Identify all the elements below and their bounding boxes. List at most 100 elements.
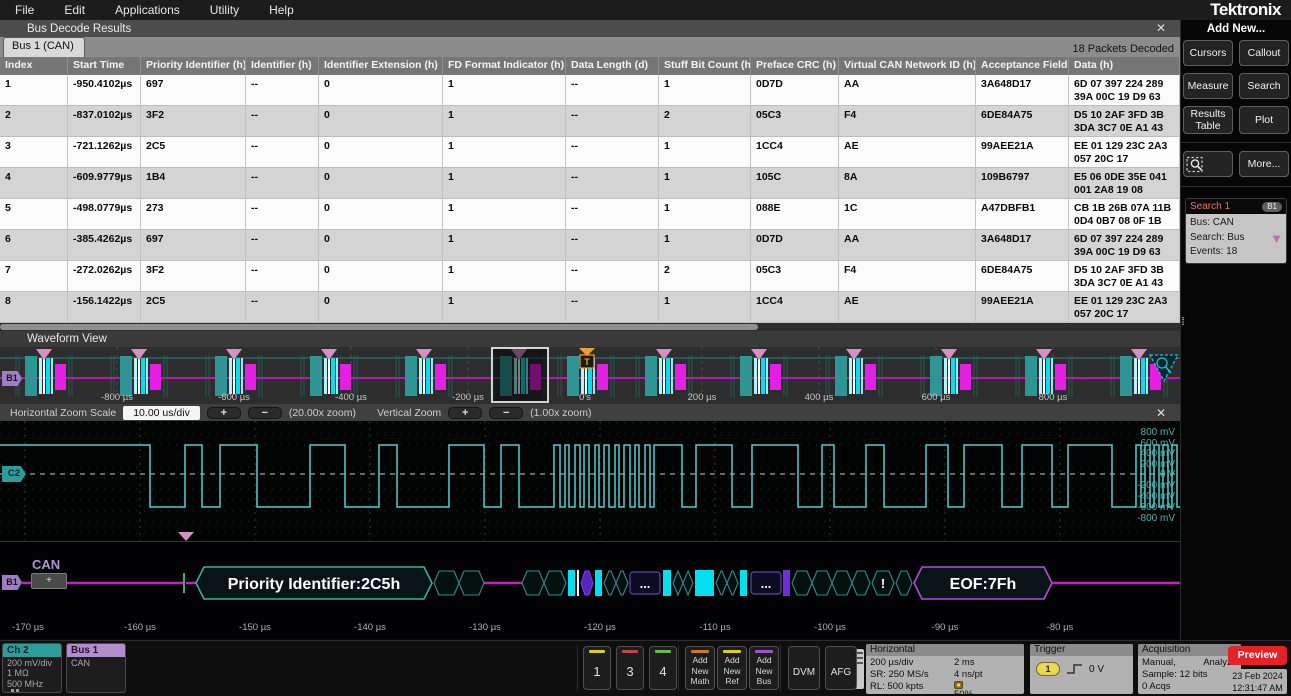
date-label: 23 Feb 2024 bbox=[1228, 670, 1287, 682]
close-icon[interactable]: ✕ bbox=[1156, 21, 1166, 35]
bus1-badge[interactable]: Bus 1 CAN bbox=[66, 643, 126, 693]
svg-text:...: ... bbox=[640, 576, 651, 591]
table-cell: 0 bbox=[319, 261, 443, 292]
position-lock-icon bbox=[954, 681, 963, 689]
dvm-button[interactable]: DVM bbox=[788, 646, 820, 690]
scrollbar-thumb[interactable] bbox=[0, 324, 758, 330]
table-cell: -156.1422µs bbox=[68, 292, 141, 323]
column-header[interactable]: Data Length (d) bbox=[566, 57, 659, 75]
table-cell: 109B6797 bbox=[976, 168, 1069, 199]
cursors-button[interactable]: Cursors bbox=[1183, 40, 1233, 66]
add-new-bus-button[interactable]: AddNewBus bbox=[749, 646, 779, 690]
table-cell: 5 bbox=[0, 199, 68, 230]
v-zoom-in-button[interactable]: + bbox=[448, 407, 482, 419]
search-button[interactable]: Search bbox=[1239, 73, 1289, 99]
overview-time-label: 400 µs bbox=[805, 392, 834, 403]
column-header[interactable]: Stuff Bit Count (h) bbox=[659, 57, 751, 75]
overview-canvas[interactable]: T-800 µs-600 µs-400 µs-200 µs0's200 µs40… bbox=[0, 347, 1180, 404]
analog-waveform-plot[interactable]: 800 mV600 mV400 mV200 mV0 V-200 mV-400 m… bbox=[0, 421, 1180, 541]
results-table-button[interactable]: Results Table bbox=[1183, 106, 1233, 134]
table-cell: -- bbox=[246, 230, 319, 261]
v-zoom-factor-label: (1.00x zoom) bbox=[530, 407, 591, 419]
table-cell: 1 bbox=[659, 75, 751, 106]
bus-time-label: -100 µs bbox=[814, 622, 846, 633]
menu-help[interactable]: Help bbox=[254, 3, 309, 17]
table-cell: -950.4102µs bbox=[68, 75, 141, 106]
table-cell: 3 bbox=[0, 137, 68, 168]
bus1-badge-title: Bus 1 bbox=[67, 644, 125, 657]
table-cell: 1 bbox=[659, 168, 751, 199]
zoom-mode-button[interactable] bbox=[1183, 151, 1233, 177]
column-header[interactable]: Preface CRC (h) bbox=[751, 57, 839, 75]
column-header[interactable]: Priority Identifier (h) bbox=[141, 57, 246, 75]
table-row[interactable]: 3-721.1262µs2C5--01--11CC4AE99AEE21AEE 0… bbox=[0, 137, 1180, 168]
overview-time-label: 600 µs bbox=[922, 392, 951, 403]
menu-utility[interactable]: Utility bbox=[195, 3, 254, 17]
zoom-view-close-icon[interactable]: ✕ bbox=[1156, 406, 1166, 420]
search-result-badge[interactable]: Search 1 B1 Bus: CAN Search: Bus Events:… bbox=[1185, 198, 1287, 264]
table-row[interactable]: 4-609.9779µs1B4--01--1105C8A109B6797E5 0… bbox=[0, 168, 1180, 199]
preview-button[interactable]: Preview bbox=[1228, 646, 1287, 665]
panel-drag-handle-icon[interactable]: ⁞⁞ bbox=[1181, 320, 1187, 325]
table-cell: -- bbox=[566, 292, 659, 323]
v-zoom-out-button[interactable]: − bbox=[489, 407, 523, 419]
table-cell: AA bbox=[839, 230, 976, 261]
table-row[interactable]: 5-498.0779µs273--01--1088E1CA47DBFB1CB 1… bbox=[0, 199, 1180, 230]
h-zoom-scale-input[interactable]: 10.00 us/div bbox=[123, 406, 200, 420]
table-cell: 1 bbox=[443, 230, 566, 261]
menu-edit[interactable]: Edit bbox=[49, 3, 100, 17]
column-header[interactable]: Identifier Extension (h) bbox=[319, 57, 443, 75]
table-cell: 6DE84A75 bbox=[976, 106, 1069, 137]
overview-time-label: -800 µs bbox=[101, 392, 133, 403]
table-row[interactable]: 6-385.4262µs697--01--10D7DAA3A648D176D 0… bbox=[0, 230, 1180, 261]
column-header[interactable]: Virtual CAN Network ID (h) bbox=[839, 57, 976, 75]
add-new-ref-button[interactable]: AddNewRef bbox=[717, 646, 747, 690]
table-row[interactable]: 8-156.1422µs2C5--01--11CC4AE99AEE21AEE 0… bbox=[0, 292, 1180, 323]
packets-decoded-label: 18 Packets Decoded bbox=[1072, 43, 1174, 55]
expand-plus-icon[interactable]: + bbox=[31, 573, 67, 589]
expand-triangle-icon[interactable]: ▼ bbox=[1270, 230, 1283, 249]
menu-applications[interactable]: Applications bbox=[100, 3, 195, 17]
column-header[interactable]: Identifier (h) bbox=[246, 57, 319, 75]
more-button[interactable]: More... bbox=[1239, 151, 1289, 177]
plot-button[interactable]: Plot bbox=[1239, 106, 1289, 134]
tab-bus1-can[interactable]: Bus 1 (CAN) bbox=[3, 37, 85, 57]
table-cell: -- bbox=[566, 75, 659, 106]
column-header[interactable]: Index bbox=[0, 57, 68, 75]
column-header[interactable]: Data (h) bbox=[1069, 57, 1180, 75]
overview-time-label: -200 µs bbox=[452, 392, 484, 403]
measure-button[interactable]: Measure bbox=[1183, 73, 1233, 99]
afg-button[interactable]: AFG bbox=[825, 646, 857, 690]
table-row[interactable]: 2-837.0102µs3F2--01--205C3F46DE84A75D5 1… bbox=[0, 106, 1180, 137]
table-cell: AE bbox=[839, 137, 976, 168]
add-new-math-button[interactable]: AddNewMath bbox=[685, 646, 715, 690]
acquisition-settings-panel[interactable]: Acquisition Manual, Analyze Sample: 12 b… bbox=[1138, 644, 1241, 694]
column-header[interactable]: FD Format Indicator (h) bbox=[443, 57, 566, 75]
trigger-settings-panel[interactable]: Trigger 1 0 V bbox=[1030, 644, 1133, 694]
table-cell: -609.9779µs bbox=[68, 168, 141, 199]
menu-items: FileEditApplicationsUtilityHelp bbox=[0, 3, 309, 17]
table-cell: 1B4 bbox=[141, 168, 246, 199]
channel2-badge[interactable]: Ch 2 200 mV/div1 MΩ500 MHz bbox=[2, 643, 62, 693]
decode-cell bbox=[434, 571, 459, 595]
column-header[interactable]: Acceptance Field (h) bbox=[976, 57, 1069, 75]
h-zoom-out-button[interactable]: − bbox=[248, 407, 282, 419]
column-header[interactable]: Start Time bbox=[68, 57, 141, 75]
channel-1-button[interactable]: 1 bbox=[583, 646, 611, 690]
table-cell: 1 bbox=[443, 137, 566, 168]
h-zoom-factor-label: (20.00x zoom) bbox=[289, 407, 356, 419]
horizontal-settings-panel[interactable]: Horizontal 200 µs/div2 msSR: 250 MS/s4 n… bbox=[866, 644, 1024, 694]
channel-3-button[interactable]: 3 bbox=[616, 646, 644, 690]
waveform-overview[interactable]: T-800 µs-600 µs-400 µs-200 µs0's200 µs40… bbox=[0, 347, 1180, 404]
menu-file[interactable]: File bbox=[0, 3, 49, 17]
bus-decode-track[interactable]: Priority Identifier:2C5h......!EOF:7Fh-1… bbox=[0, 541, 1180, 639]
table-horizontal-scrollbar[interactable] bbox=[0, 323, 1180, 331]
table-row[interactable]: 7-272.0262µs3F2--01--205C3F46DE84A75D5 1… bbox=[0, 261, 1180, 292]
table-row[interactable]: 1-950.4102µs697--01--10D7DAA3A648D176D 0… bbox=[0, 75, 1180, 106]
channel-4-button[interactable]: 4 bbox=[649, 646, 677, 690]
svg-text:!: ! bbox=[881, 576, 885, 591]
h-zoom-in-button[interactable]: + bbox=[207, 407, 241, 419]
bus-canvas[interactable]: Priority Identifier:2C5h......!EOF:7Fh-1… bbox=[0, 542, 1180, 638]
plot-canvas[interactable]: 800 mV600 mV400 mV200 mV0 V-200 mV-400 m… bbox=[0, 421, 1180, 541]
callout-button[interactable]: Callout bbox=[1239, 40, 1289, 66]
